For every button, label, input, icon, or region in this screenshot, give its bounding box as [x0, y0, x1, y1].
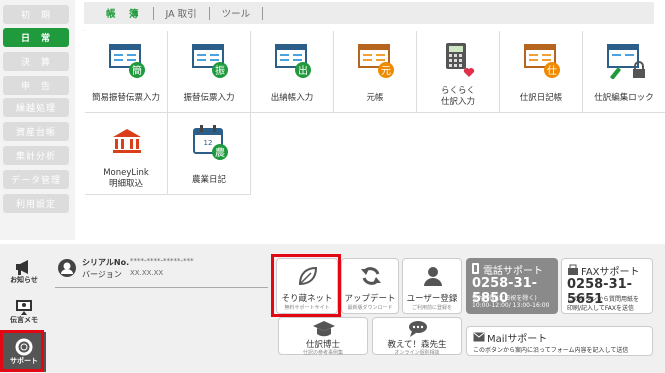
- fax-icon: [568, 264, 578, 275]
- serial-value: ****-****-*****-***: [130, 257, 194, 265]
- tab-divider: [262, 6, 264, 20]
- calendar-icon: 12農: [193, 125, 228, 160]
- book-icon: 簡: [109, 44, 145, 78]
- tile-title: ユーザー登録: [406, 294, 458, 304]
- easy-journal-button[interactable]: らくらく 仕訳入力: [417, 31, 500, 113]
- cell-label: 元帳: [366, 93, 384, 103]
- sidebar-item-data[interactable]: データ管理: [3, 170, 69, 189]
- mail-title: Mailサポート: [487, 334, 548, 345]
- user-icon: [424, 267, 442, 286]
- farm-diary-button[interactable]: 12 農 農業日記: [168, 113, 251, 195]
- version-label: バージョン: [82, 270, 122, 279]
- serial-label: シリアルNo.: [82, 258, 130, 267]
- book-icon: 仕: [524, 44, 560, 78]
- support-panel: お知らせ 伝言メモ サポート シリアルNo. ****-****-*****-*…: [0, 244, 665, 373]
- cashbook-entry-button[interactable]: 出 出納帳入力: [251, 31, 334, 113]
- lock-icon: [607, 44, 645, 79]
- ask-mori-button[interactable]: 教えて！森先生 オンライン個別相談: [372, 317, 462, 356]
- highlight-sorizo-net: [271, 254, 341, 317]
- memo-icon: [16, 300, 32, 315]
- user-registration-button[interactable]: ユーザー登録 ご利用前に登録を: [402, 258, 462, 314]
- phone-hours-time: 10:00-12:00/ 13:00-16:00: [472, 302, 550, 309]
- memo-button[interactable]: 伝言メモ: [2, 292, 46, 332]
- sidebar-item-closing[interactable]: 決 算: [3, 52, 69, 71]
- memo-label: 伝言メモ: [10, 316, 38, 324]
- sidebar-item-analysis[interactable]: 集計分析: [3, 146, 69, 165]
- chat-icon: [409, 321, 427, 337]
- journal-edit-lock-button[interactable]: 仕訳編集ロック: [583, 31, 665, 113]
- sidebar-item-filing[interactable]: 申 告: [3, 76, 69, 95]
- bank-icon: [113, 129, 141, 153]
- phone-icon: [472, 263, 479, 274]
- journal-doctor-button[interactable]: 仕訳博士 仕訳の参考事例集: [278, 317, 368, 356]
- notice-label: お知らせ: [10, 276, 38, 284]
- cell-label: 出納帳入力: [270, 93, 314, 103]
- sidebar-item-initial[interactable]: 初 期: [3, 5, 69, 24]
- mail-icon: [473, 332, 485, 342]
- tile-subtitle: オンライン個別相談: [394, 350, 440, 356]
- book-icon: 出: [275, 44, 311, 78]
- mail-desc: このボタンから案内に沿ってフォーム内容を記入して送信: [473, 347, 629, 354]
- fax-desc-2: 印刷/記入してFAXを送信: [567, 305, 634, 312]
- phone-support-button[interactable]: 電話サポート 0258-31-5850 受付時間(土日祝を除く) 10:00-1…: [466, 258, 558, 314]
- tile-subtitle: 最新版ダウンロード: [347, 305, 393, 311]
- tab-bar: 帳 簿 JA 取引 ツール: [84, 2, 654, 24]
- tile-subtitle: ご利用前に登録を: [411, 305, 452, 311]
- svg-text:元: 元: [381, 66, 391, 77]
- moneylink-import-button[interactable]: MoneyLink 明細取込: [85, 113, 168, 195]
- simple-transfer-slip-button[interactable]: 簡 簡易振替伝票入力: [85, 31, 168, 113]
- svg-text:簡: 簡: [132, 64, 142, 77]
- journal-book-button[interactable]: 仕 仕訳日記帳: [500, 31, 583, 113]
- cell-label: 仕訳日記帳: [519, 93, 563, 103]
- fax-support-button[interactable]: FAXサポート 0258-31-5651 このボタンから質問用紙を 印刷/記入し…: [561, 258, 653, 314]
- transfer-slip-button[interactable]: 振 振替伝票入力: [168, 31, 251, 113]
- fax-title: FAXサポート: [581, 267, 640, 278]
- update-button[interactable]: アップデート 最新版ダウンロード: [341, 258, 399, 314]
- sidebar-item-assets[interactable]: 資産台帳: [3, 122, 69, 141]
- svg-text:出: 出: [298, 64, 308, 77]
- cell-label: 農業日記: [191, 175, 226, 185]
- graduation-icon: [313, 321, 335, 337]
- fax-desc: このボタンから質問用紙を: [567, 296, 640, 303]
- tile-subtitle: 仕訳の参考事例集: [302, 350, 343, 356]
- cell-label: らくらく 仕訳入力: [440, 86, 475, 107]
- user-icon: [58, 259, 76, 277]
- general-ledger-button[interactable]: 元 元帳: [334, 31, 417, 113]
- svg-text:仕: 仕: [547, 64, 557, 77]
- book-icon: 元: [358, 44, 394, 78]
- phone-title: 電話サポート: [483, 266, 543, 277]
- svg-text:農: 農: [215, 146, 225, 159]
- tile-title: アップデート: [344, 294, 396, 304]
- sidebar-item-daily[interactable]: 日 常: [3, 28, 69, 47]
- mail-support-button[interactable]: Mailサポート このボタンから案内に沿ってフォーム内容を記入して送信: [466, 326, 653, 356]
- tab-ja[interactable]: JA 取引: [154, 6, 209, 20]
- notice-button[interactable]: お知らせ: [2, 252, 46, 292]
- calculator-icon: [446, 43, 475, 77]
- phone-hours: 受付時間(土日祝を除く): [472, 295, 537, 302]
- cell-label: MoneyLink 明細取込: [103, 168, 149, 189]
- svg-text:12: 12: [204, 139, 213, 147]
- version-value: XX.XX.XX: [130, 269, 164, 277]
- function-grid: 簡 簡易振替伝票入力 振 振替伝票入力 出 出納帳入力 元 元帳 らくらく 仕訳…: [84, 30, 665, 195]
- sidebar-item-settings[interactable]: 利用設定: [3, 194, 69, 213]
- svg-text:振: 振: [215, 64, 225, 77]
- tab-tools[interactable]: ツール: [210, 6, 263, 20]
- megaphone-icon: [16, 260, 28, 275]
- tab-ledger[interactable]: 帳 簿: [94, 6, 153, 20]
- highlight-support: [0, 330, 44, 372]
- book-icon: 振: [192, 44, 228, 78]
- cell-label: 仕訳編集ロック: [594, 93, 654, 103]
- cell-label: 簡易振替伝票入力: [91, 93, 160, 103]
- sidebar-item-carryover[interactable]: 繰越処理: [3, 98, 69, 117]
- cell-label: 振替伝票入力: [183, 93, 235, 103]
- sidebar: 初 期 日 常 決 算 申 告 繰越処理 資産台帳 集計分析 データ管理 利用設…: [0, 0, 75, 240]
- refresh-icon: [361, 267, 381, 285]
- user-info: シリアルNo. ****-****-*****-*** バージョン XX.XX.…: [55, 254, 268, 288]
